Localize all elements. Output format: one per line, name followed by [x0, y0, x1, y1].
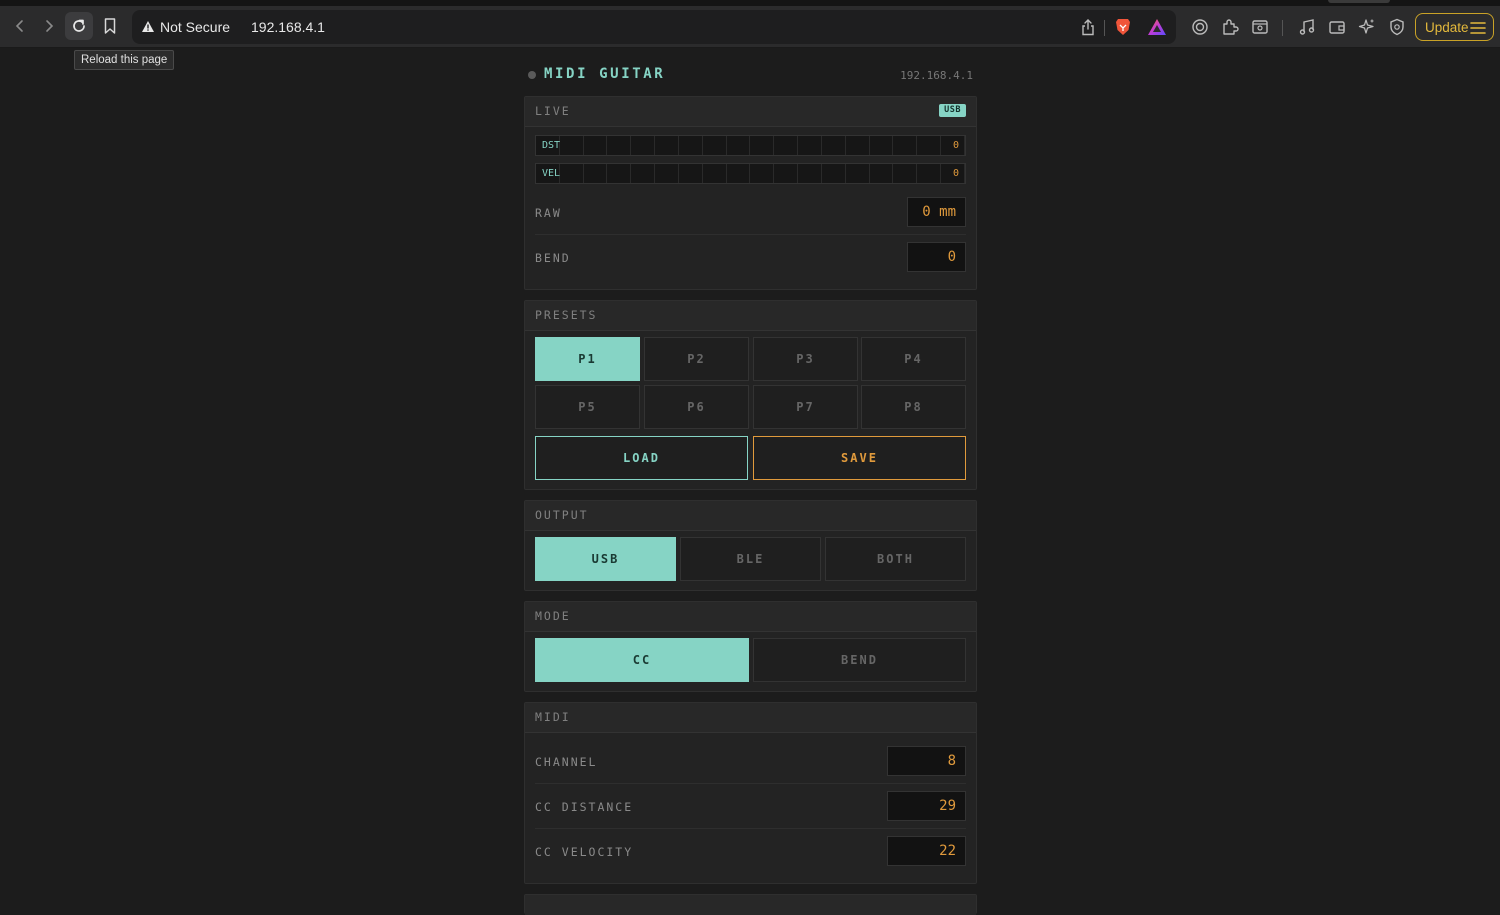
vpn-button[interactable] — [1387, 17, 1407, 37]
preset-p4-button[interactable]: P4 — [861, 337, 966, 381]
bookmark-icon — [104, 18, 116, 34]
shield-icon — [1390, 18, 1404, 36]
rewards-triangle-icon — [1148, 19, 1166, 35]
channel-label: CHANNEL — [535, 755, 598, 769]
music-note-icon — [1299, 19, 1315, 35]
brave-rewards-button[interactable] — [1147, 17, 1167, 37]
chevron-left-icon — [15, 20, 23, 32]
output-title: OUTPUT — [535, 508, 589, 522]
dst-label: DST — [542, 140, 561, 151]
channel-row: CHANNEL 8 — [535, 739, 966, 784]
warning-icon — [142, 21, 154, 32]
preset-p8-button[interactable]: P8 — [861, 385, 966, 429]
midi-panel: MIDI CHANNEL 8 CC DISTANCE 29 CC VELOCIT… — [524, 702, 977, 884]
cc-velocity-label: CC VELOCITY — [535, 845, 634, 859]
velocity-meter: VEL 0 — [535, 163, 966, 184]
mode-title: MODE — [535, 609, 571, 623]
reload-tooltip: Reload this page — [74, 50, 175, 70]
mode-bend-button[interactable]: BEND — [753, 638, 966, 682]
url-text[interactable]: 192.168.4.1 — [251, 19, 325, 35]
sparkle-icon — [1358, 19, 1374, 34]
browser-toolbar: Not Secure 192.168.4.1 Update — [0, 6, 1500, 48]
brave-shields-button[interactable] — [1113, 17, 1133, 37]
next-panel-header — [525, 895, 976, 915]
wallet-button[interactable] — [1327, 17, 1347, 37]
device-ip: 192.168.4.1 — [900, 69, 973, 82]
bend-row: BEND 0 — [535, 235, 966, 280]
share-button[interactable] — [1078, 17, 1098, 37]
output-panel-header: OUTPUT — [525, 501, 976, 531]
connection-status-dot — [528, 71, 536, 79]
raw-row: RAW 0 mm — [535, 190, 966, 235]
dst-value: 0 — [952, 140, 959, 151]
app-title: MIDI GUITAR — [544, 66, 666, 82]
chevron-right-icon — [46, 20, 54, 32]
vel-value: 0 — [952, 168, 959, 179]
cc-distance-input[interactable]: 29 — [887, 791, 966, 821]
bend-label: BEND — [535, 251, 571, 265]
preset-p1-button[interactable]: P1 — [535, 337, 640, 381]
save-button[interactable]: SAVE — [753, 436, 966, 480]
presets-title: PRESETS — [535, 308, 598, 322]
live-panel: LIVE USB DST 0 VEL 0 RAW 0 mm BEND 0 — [524, 96, 977, 290]
reload-button[interactable] — [65, 12, 93, 40]
output-ble-button[interactable]: BLE — [680, 537, 821, 581]
output-panel: OUTPUT USB BLE BOTH — [524, 500, 977, 591]
preset-p3-button[interactable]: P3 — [753, 337, 858, 381]
media-button[interactable] — [1297, 17, 1317, 37]
load-button[interactable]: LOAD — [535, 436, 748, 480]
bookmark-button[interactable] — [96, 12, 124, 40]
target-icon — [1192, 19, 1208, 35]
extension-wallet-button[interactable] — [1190, 17, 1210, 37]
raw-label: RAW — [535, 206, 562, 220]
share-icon — [1082, 18, 1094, 35]
hamburger-menu-icon — [1470, 22, 1486, 34]
wallet-icon — [1329, 21, 1345, 34]
raw-value: 0 mm — [907, 197, 966, 227]
security-label[interactable]: Not Secure — [160, 19, 230, 35]
preset-p2-button[interactable]: P2 — [644, 337, 749, 381]
extensions-button[interactable] — [1220, 17, 1240, 37]
cc-velocity-input[interactable]: 22 — [887, 836, 966, 866]
reader-mode-button[interactable] — [1250, 17, 1270, 37]
cc-distance-row: CC DISTANCE 29 — [535, 784, 966, 829]
mode-cc-button[interactable]: CC — [535, 638, 749, 682]
reload-icon — [73, 19, 85, 32]
divider — [1282, 20, 1283, 36]
cc-velocity-row: CC VELOCITY 22 — [535, 829, 966, 874]
forward-button[interactable] — [35, 12, 63, 40]
reader-search-icon — [1252, 20, 1268, 34]
preset-p7-button[interactable]: P7 — [753, 385, 858, 429]
puzzle-icon — [1223, 19, 1239, 35]
preset-p5-button[interactable]: P5 — [535, 385, 640, 429]
output-both-button[interactable]: BOTH — [825, 537, 966, 581]
vel-label: VEL — [542, 168, 561, 179]
presets-panel-header: PRESETS — [525, 301, 976, 331]
active-tab-indicator — [1328, 0, 1390, 3]
address-bar[interactable]: Not Secure 192.168.4.1 — [132, 10, 1176, 44]
output-usb-button[interactable]: USB — [535, 537, 676, 581]
live-title: LIVE — [535, 104, 571, 118]
mode-panel: MODE CC BEND — [524, 601, 977, 692]
brave-lion-icon — [1116, 19, 1130, 35]
preset-p6-button[interactable]: P6 — [644, 385, 749, 429]
distance-meter: DST 0 — [535, 135, 966, 156]
update-button[interactable]: Update — [1415, 13, 1494, 41]
app-header: MIDI GUITAR 192.168.4.1 — [524, 66, 977, 86]
live-panel-header: LIVE USB — [525, 97, 976, 127]
midi-panel-header: MIDI — [525, 703, 976, 733]
next-panel — [524, 894, 977, 915]
output-badge: USB — [939, 104, 966, 117]
channel-input[interactable]: 8 — [887, 746, 966, 776]
midi-title: MIDI — [535, 710, 571, 724]
update-label: Update — [1425, 19, 1469, 35]
bend-value: 0 — [907, 242, 966, 272]
divider — [1104, 20, 1105, 36]
leo-ai-button[interactable] — [1357, 17, 1377, 37]
cc-distance-label: CC DISTANCE — [535, 800, 634, 814]
mode-panel-header: MODE — [525, 602, 976, 632]
back-button[interactable] — [6, 12, 34, 40]
presets-panel: PRESETS P1 P2 P3 P4 P5 P6 P7 P8 LOAD SAV… — [524, 300, 977, 490]
